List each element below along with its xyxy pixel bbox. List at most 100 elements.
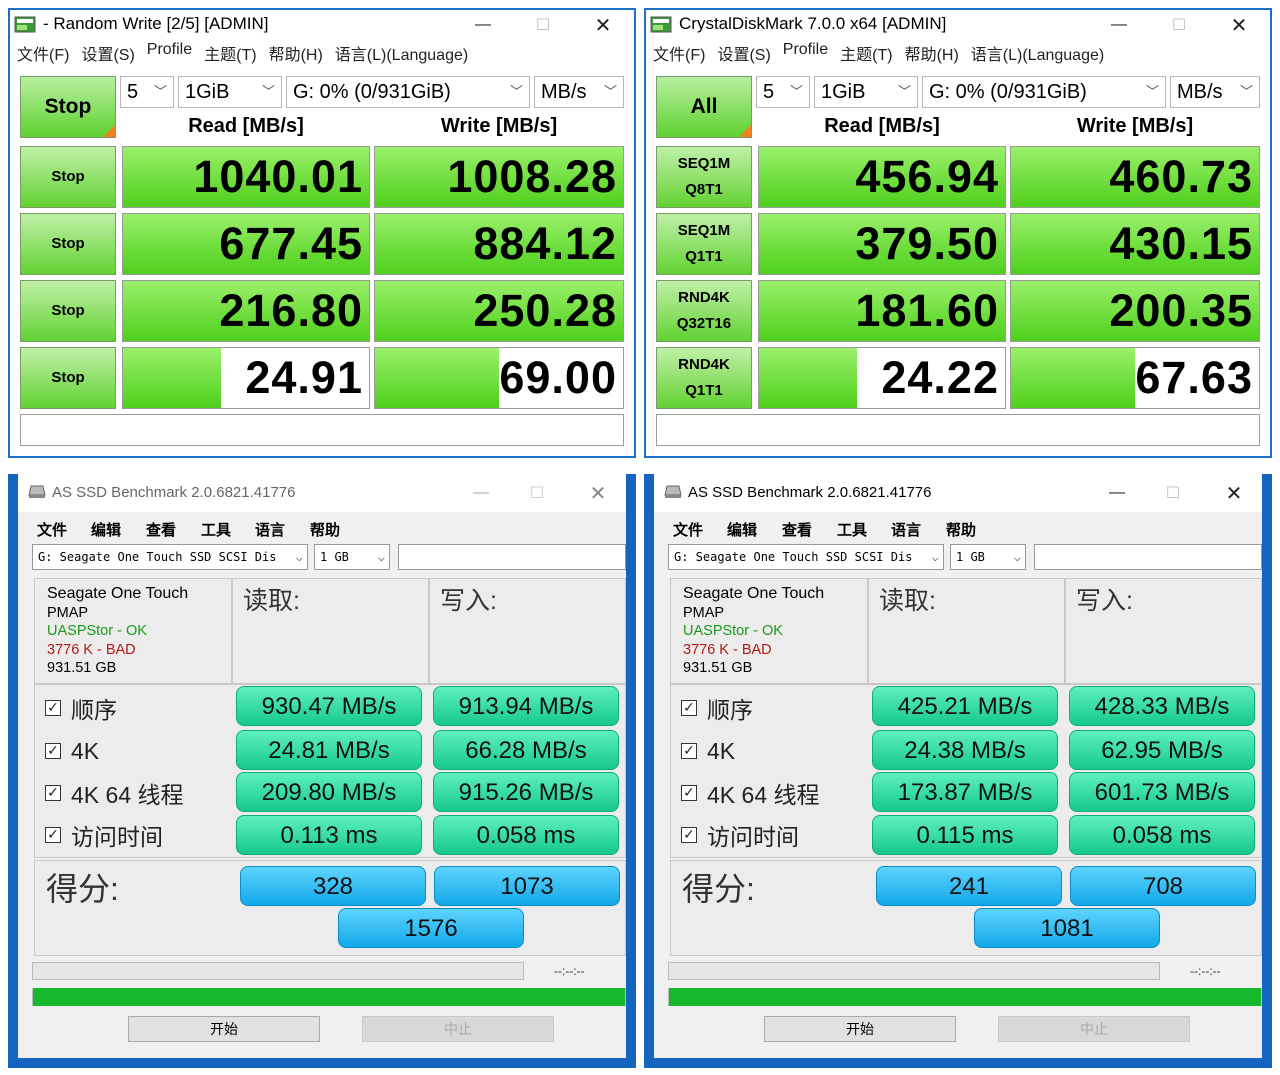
checkbox-checked-icon[interactable]: ✓	[681, 827, 697, 843]
test-4k64[interactable]: ✓ 4K 64 线程	[45, 773, 184, 813]
drive-select[interactable]: G: Seagate One Touch SSD SCSI Dis ⌵	[668, 544, 944, 570]
size-select[interactable]: 1 GB ⌵	[314, 544, 390, 570]
read-result-3: 216.80	[122, 280, 370, 342]
test-progress-bar	[32, 962, 524, 980]
read-value: 216.80	[219, 285, 363, 336]
menu-view[interactable]: 查看	[146, 519, 176, 540]
menu-edit[interactable]: 编辑	[727, 519, 757, 540]
menu-settings[interactable]: 设置(S)	[717, 41, 770, 65]
access-write-result: 0.058 ms	[433, 815, 619, 855]
test-count-select[interactable]: 5 ﹀	[756, 76, 810, 108]
run-all-button[interactable]: All	[656, 76, 752, 138]
drive-select[interactable]: G: Seagate One Touch SSD SCSI Dis ⌵	[32, 544, 308, 570]
close-icon[interactable]: ✕	[1204, 478, 1264, 508]
test-size-select[interactable]: 1GiB ﹀	[178, 76, 282, 108]
checkbox-checked-icon[interactable]: ✓	[45, 743, 61, 759]
menu-file[interactable]: 文件	[37, 519, 67, 540]
test-button-3[interactable]: Stop	[20, 280, 116, 342]
test-size-select[interactable]: 1GiB ﹀	[814, 76, 918, 108]
checkbox-checked-icon[interactable]: ✓	[45, 785, 61, 801]
checkbox-checked-icon[interactable]: ✓	[681, 785, 697, 801]
minimize-icon[interactable]: —	[1087, 478, 1147, 508]
menu-file[interactable]: 文件	[673, 519, 703, 540]
checkbox-checked-icon[interactable]: ✓	[681, 743, 697, 759]
test-seq[interactable]: ✓ 顺序	[681, 688, 753, 728]
test-4k[interactable]: ✓ 4K	[45, 731, 99, 771]
menu-help[interactable]: 帮助	[310, 519, 340, 540]
maximize-icon[interactable]: ☐	[1149, 10, 1209, 40]
test-seq[interactable]: ✓ 顺序	[45, 688, 117, 728]
menu-tools[interactable]: 工具	[201, 519, 231, 540]
start-button[interactable]: 开始	[128, 1016, 320, 1042]
stop-all-button[interactable]: Stop	[20, 76, 116, 138]
checkbox-checked-icon[interactable]: ✓	[681, 700, 697, 716]
read-value: 677.45	[219, 218, 363, 269]
test-4k[interactable]: ✓ 4K	[681, 731, 735, 771]
test-label: Stop	[51, 302, 85, 319]
write-header: 写入:	[440, 587, 497, 615]
test-count-select[interactable]: 5 ﹀	[120, 76, 174, 108]
test-button-4[interactable]: Stop	[20, 347, 116, 409]
unit-select[interactable]: MB/s ﹀	[1170, 76, 1260, 108]
size-select[interactable]: 1 GB ⌵	[950, 544, 1026, 570]
menu-view[interactable]: 查看	[782, 519, 812, 540]
abort-button[interactable]: 中止	[362, 1016, 554, 1042]
drive-info-field	[1034, 544, 1262, 570]
write-value: 460.73	[1109, 151, 1253, 202]
menu-theme[interactable]: 主题(T)	[204, 41, 256, 65]
menu-file[interactable]: 文件(F)	[17, 41, 69, 65]
unit-select[interactable]: MB/s ﹀	[534, 76, 624, 108]
close-icon[interactable]: ✕	[1209, 10, 1269, 40]
test-button-1[interactable]: Stop	[20, 146, 116, 208]
4k64-write-result: 601.73 MB/s	[1069, 772, 1255, 812]
close-icon[interactable]: ✕	[568, 478, 628, 508]
maximize-icon[interactable]: ☐	[513, 10, 573, 40]
read-result-3: 181.60	[758, 280, 1006, 342]
menu-profile[interactable]: Profile	[147, 41, 192, 65]
test-button-seq1m-q8t1[interactable]: SEQ1M Q8T1	[656, 146, 752, 208]
chevron-down-icon: ﹀	[261, 84, 275, 99]
test-label: 顺序	[707, 697, 753, 723]
minimize-icon[interactable]: —	[1089, 10, 1149, 40]
write-header-panel: 写入:	[1065, 578, 1262, 684]
test-4k64[interactable]: ✓ 4K 64 线程	[681, 773, 820, 813]
menu-help[interactable]: 帮助	[946, 519, 976, 540]
menu-file[interactable]: 文件(F)	[653, 41, 705, 65]
maximize-icon[interactable]: ☐	[1143, 478, 1203, 508]
menu-help[interactable]: 帮助(H)	[269, 41, 323, 65]
test-access-time[interactable]: ✓ 访问时间	[681, 815, 799, 855]
drive-select[interactable]: G: 0% (0/931GiB) ﹀	[922, 76, 1166, 108]
comment-field[interactable]	[20, 414, 624, 446]
menu-language[interactable]: 语言(L)(Language)	[335, 41, 468, 65]
menu-settings[interactable]: 设置(S)	[81, 41, 134, 65]
comment-field[interactable]	[656, 414, 1260, 446]
checkbox-checked-icon[interactable]: ✓	[45, 827, 61, 843]
4k-write-result: 62.95 MB/s	[1069, 730, 1255, 770]
menu-tools[interactable]: 工具	[837, 519, 867, 540]
menu-theme[interactable]: 主题(T)	[840, 41, 892, 65]
test-button-2[interactable]: Stop	[20, 213, 116, 275]
crystaldiskmark-app-icon	[650, 16, 672, 33]
read-value: 456.94	[855, 151, 999, 202]
test-count-value: 5	[127, 81, 139, 103]
checkbox-checked-icon[interactable]: ✓	[45, 700, 61, 716]
minimize-icon[interactable]: —	[451, 478, 511, 508]
abort-button[interactable]: 中止	[998, 1016, 1190, 1042]
start-button[interactable]: 开始	[764, 1016, 956, 1042]
test-button-rnd4k-q1t1[interactable]: RND4K Q1T1	[656, 347, 752, 409]
menu-language[interactable]: 语言	[255, 519, 285, 540]
close-icon[interactable]: ✕	[573, 10, 633, 40]
test-button-seq1m-q1t1[interactable]: SEQ1M Q1T1	[656, 213, 752, 275]
menu-profile[interactable]: Profile	[783, 41, 828, 65]
unit-value: MB/s	[541, 81, 587, 103]
menu-edit[interactable]: 编辑	[91, 519, 121, 540]
test-access-time[interactable]: ✓ 访问时间	[45, 815, 163, 855]
menu-help[interactable]: 帮助(H)	[905, 41, 959, 65]
menu-language[interactable]: 语言(L)(Language)	[971, 41, 1104, 65]
drive-select[interactable]: G: 0% (0/931GiB) ﹀	[286, 76, 530, 108]
test-button-rnd4k-q32t16[interactable]: RND4K Q32T16	[656, 280, 752, 342]
maximize-icon[interactable]: ☐	[507, 478, 567, 508]
menu-language[interactable]: 语言	[891, 519, 921, 540]
4k-write-result: 66.28 MB/s	[433, 730, 619, 770]
minimize-icon[interactable]: —	[453, 10, 513, 40]
